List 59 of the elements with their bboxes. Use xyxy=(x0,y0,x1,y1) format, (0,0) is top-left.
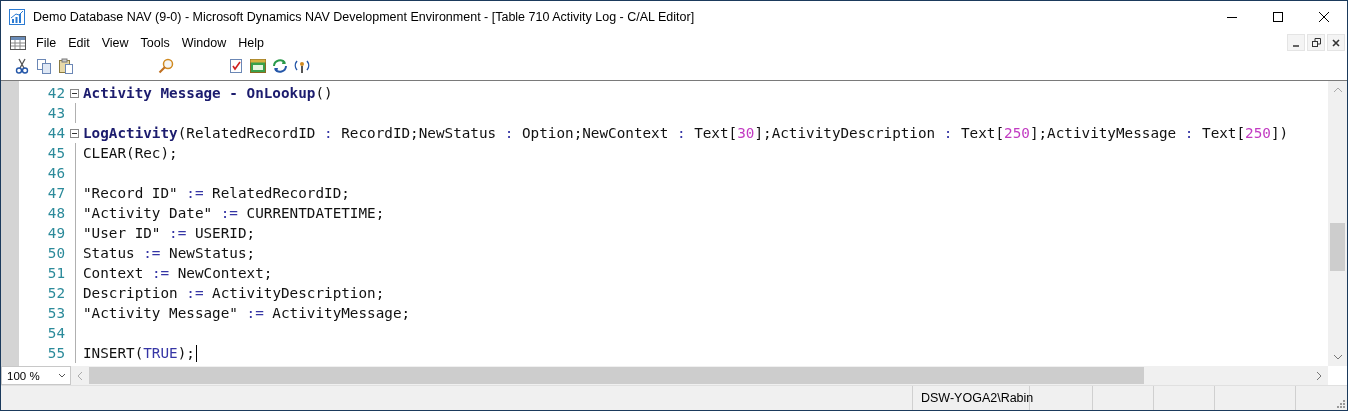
minimize-icon xyxy=(1293,44,1299,47)
close-button[interactable] xyxy=(1327,34,1345,51)
caret-icon xyxy=(58,373,66,378)
checklist-icon[interactable] xyxy=(227,57,245,75)
code-line: "Record ID" := RelatedRecordID; xyxy=(83,185,350,201)
close-icon xyxy=(1332,38,1340,47)
window-icon[interactable] xyxy=(249,57,267,75)
scrollbar-thumb[interactable] xyxy=(1330,223,1345,271)
code-line: Description := ActivityDescription; xyxy=(83,285,385,301)
line-number: 53 xyxy=(46,305,65,321)
line-number: 48 xyxy=(46,205,65,221)
line-number: 43 xyxy=(46,105,65,121)
code-line: Status := NewStatus; xyxy=(83,245,256,261)
collapse-icon[interactable] xyxy=(69,128,79,138)
scrollbar-thumb[interactable] xyxy=(89,367,1144,384)
line-number: 50 xyxy=(46,245,65,261)
line-number: 51 xyxy=(46,265,65,281)
code-line: CLEAR(Rec); xyxy=(83,145,178,161)
close-icon xyxy=(1319,12,1329,22)
line-number: 55 xyxy=(46,345,65,361)
menu-item[interactable]: File xyxy=(30,35,63,50)
code-line: "Activity Date" := CURRENTDATETIME; xyxy=(83,205,385,221)
menu-item[interactable]: Edit xyxy=(62,35,96,50)
table-icon xyxy=(10,35,26,50)
code-line: INSERT(TRUE); xyxy=(83,345,195,361)
code-line: LogActivity(RelatedRecordID : RecordID;NewStatus : Option;NewContext : Text[30];ActivityDescription : Text[250];ActivityMessage : Text[250]) xyxy=(83,125,1289,141)
restore-icon xyxy=(1311,38,1321,47)
code-line: Activity Message - OnLookup() xyxy=(83,85,333,101)
line-number: 44 xyxy=(46,125,65,141)
line-number: 46 xyxy=(46,165,65,181)
menu-item[interactable]: View xyxy=(95,35,135,50)
line-number: 49 xyxy=(46,225,65,241)
minimize-button[interactable] xyxy=(1287,34,1305,51)
refresh-icon[interactable] xyxy=(271,57,289,75)
scroll-right-icon[interactable] xyxy=(1316,370,1322,381)
menu-item[interactable]: Help xyxy=(232,35,270,50)
line-number: 52 xyxy=(46,285,65,301)
app-icon xyxy=(9,9,25,25)
menu-item[interactable]: Tools xyxy=(134,35,176,50)
code-line: "User ID" := USERID; xyxy=(83,225,256,241)
line-number: 54 xyxy=(46,325,65,341)
line-number: 45 xyxy=(46,145,65,161)
restore-button[interactable] xyxy=(1307,34,1325,51)
code-line: "Activity Message" := ActivityMessage; xyxy=(83,305,411,321)
resize-grip-icon xyxy=(1335,398,1345,408)
paste-icon[interactable] xyxy=(57,57,75,75)
cut-icon[interactable] xyxy=(13,57,31,75)
collapse-icon[interactable] xyxy=(69,88,79,98)
zoom-dropdown[interactable]: 100 % xyxy=(1,366,71,385)
menu-item[interactable]: Window xyxy=(175,35,233,50)
window-title: Demo Database NAV (9-0) - Microsoft Dynamics NAV Development Environment - [Table 710 Activity Log - C/AL Editor] xyxy=(33,10,695,24)
copy-icon[interactable] xyxy=(35,57,53,75)
line-number: 42 xyxy=(46,85,65,101)
search-icon[interactable] xyxy=(157,57,175,75)
maximize-icon xyxy=(1273,12,1283,22)
scroll-down-icon[interactable] xyxy=(1332,354,1343,360)
line-number: 47 xyxy=(46,185,65,201)
vertical-scrollbar[interactable] xyxy=(1328,81,1347,366)
code-line: Context := NewContext; xyxy=(83,265,273,281)
